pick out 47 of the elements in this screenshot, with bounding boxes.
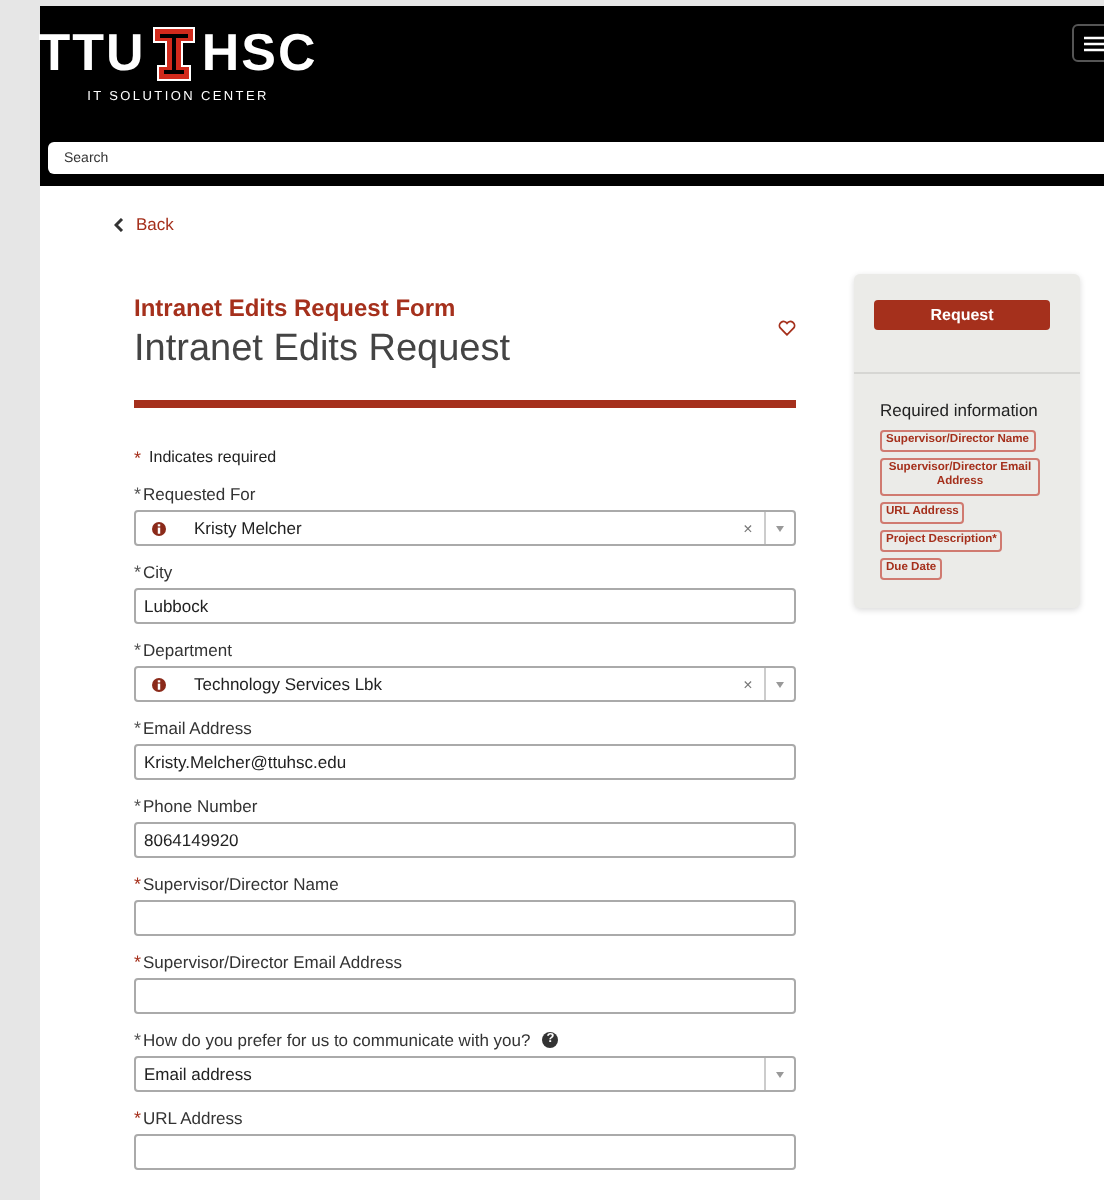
clear-button[interactable]: × [732, 519, 764, 537]
menu-icon [1084, 35, 1104, 51]
reference-field[interactable]: Technology Services Lbk × [134, 666, 796, 702]
required-mark: * [134, 448, 142, 468]
required-mark: * [134, 484, 142, 504]
heart-icon[interactable] [778, 320, 796, 336]
form-title: Intranet Edits Request [134, 328, 510, 372]
info-icon [152, 521, 166, 535]
required-mark: * [134, 1108, 142, 1128]
info-icon [152, 677, 166, 691]
required-mark: * [134, 1030, 142, 1050]
input-field[interactable] [134, 900, 796, 936]
required-mark: * [134, 562, 142, 582]
field-label: Email Address [143, 718, 252, 738]
form-subtitle: Intranet Edits Request Form [134, 294, 458, 322]
required-mark: * [134, 640, 142, 660]
back-link[interactable]: Back [114, 214, 796, 234]
request-button[interactable]: Request [874, 300, 1050, 330]
required-note: Indicates required [149, 448, 277, 468]
caret-icon[interactable] [776, 1071, 784, 1077]
input-field[interactable]: 8064149920 [134, 822, 796, 858]
field-label: Supervisor/Director Email Address [143, 952, 402, 972]
required-mark: * [134, 952, 142, 972]
required-mark: * [134, 796, 142, 816]
input-field[interactable] [134, 1134, 796, 1170]
field-label: URL Address [143, 1108, 243, 1128]
field-label: Phone Number [143, 796, 258, 816]
logo-emblem-icon [151, 26, 196, 82]
required-mark: * [134, 718, 142, 738]
input-field[interactable]: Kristy.Melcher@ttuhsc.edu [134, 744, 796, 780]
logo-text: HSC [201, 22, 318, 82]
reference-field[interactable]: Kristy Melcher × [134, 510, 796, 546]
input-field[interactable]: Lubbock [134, 588, 796, 624]
sidebar-heading: Required information [880, 400, 1040, 420]
caret-icon[interactable] [776, 681, 784, 687]
required-mark: * [134, 874, 142, 894]
field-label: Supervisor/Director Name [143, 874, 339, 894]
clear-button[interactable]: × [732, 675, 764, 693]
field-label: City [143, 562, 173, 582]
field-label: Department [143, 640, 232, 660]
select-field[interactable]: Email address [134, 1056, 796, 1092]
field-label: Requested For [143, 484, 256, 504]
menu-button[interactable] [1072, 24, 1104, 62]
input-field[interactable] [134, 978, 796, 1014]
field-label: How do you prefer for us to communicate with you? [143, 1030, 531, 1050]
chevron-left-icon [114, 217, 124, 231]
caret-icon[interactable] [776, 525, 784, 531]
